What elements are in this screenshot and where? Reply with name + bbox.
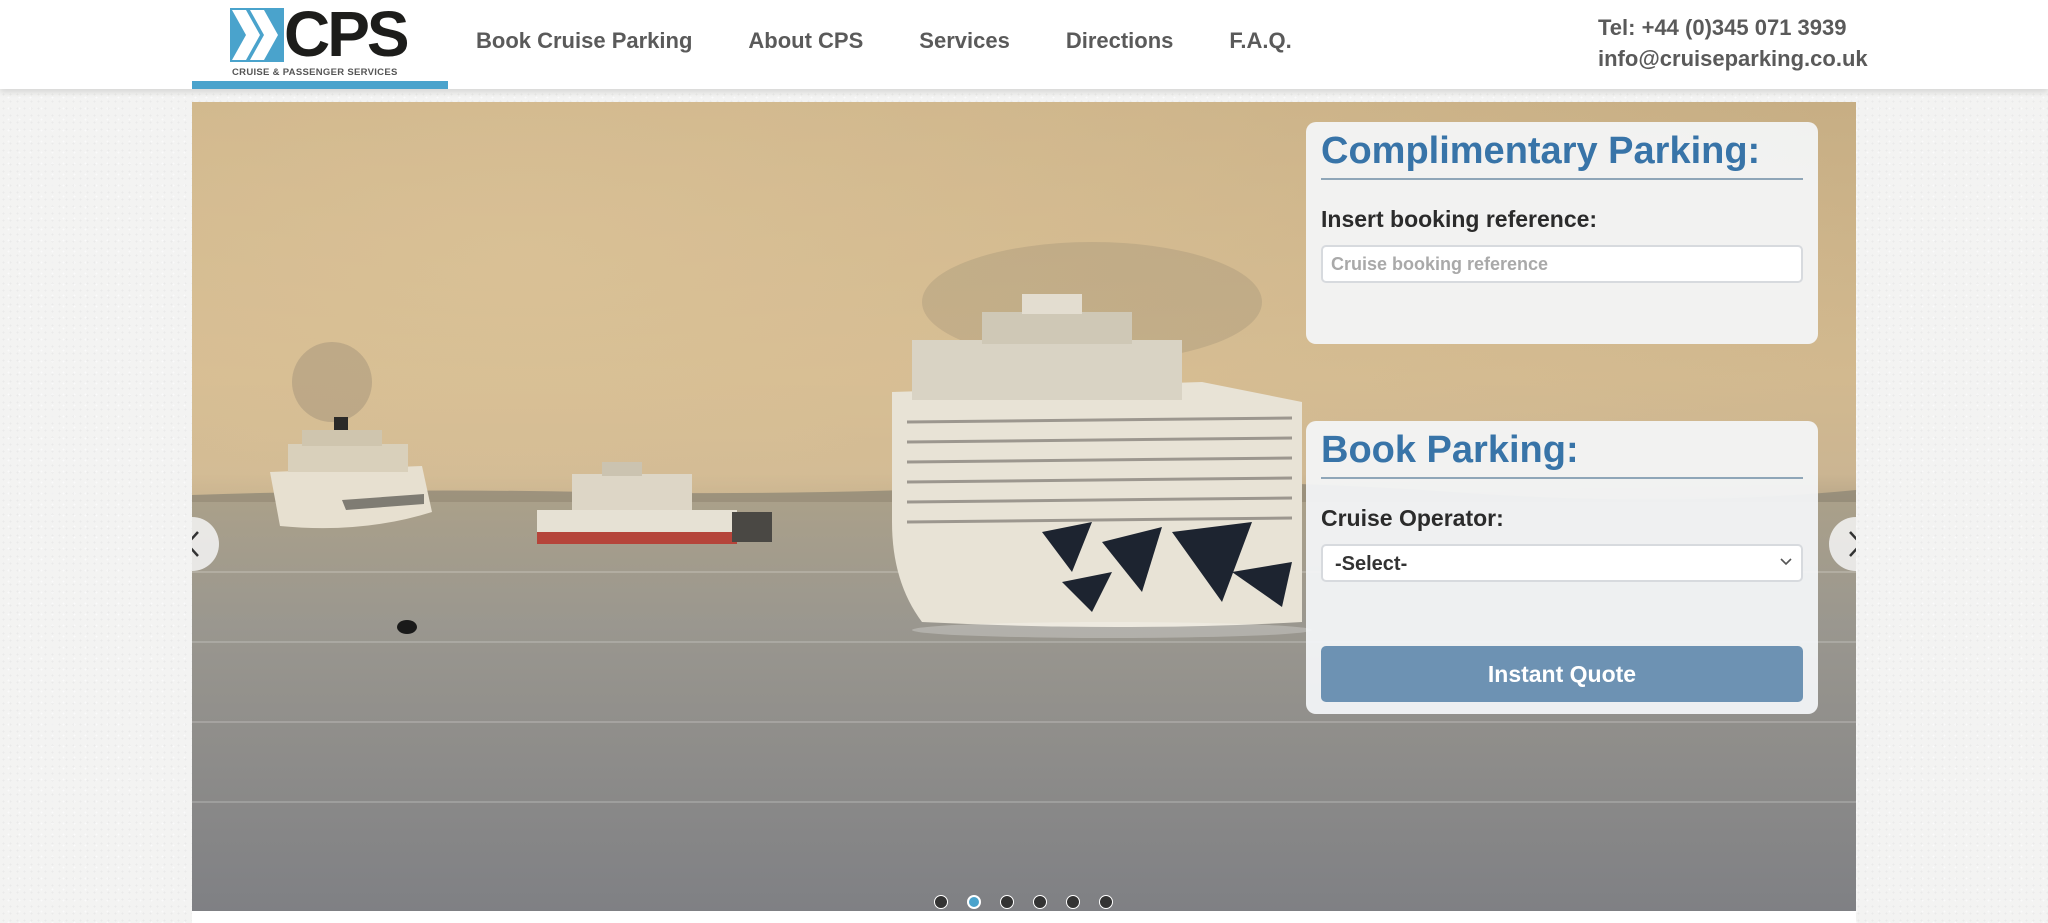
- carousel-next-button[interactable]: [1829, 517, 1856, 571]
- site-header: CPS CRUISE & PASSENGER SERVICES Book Cru…: [0, 0, 2048, 89]
- carousel-dot[interactable]: [1033, 895, 1047, 909]
- nav-services[interactable]: Services: [919, 28, 1010, 54]
- logo-wordmark: CPS: [284, 0, 410, 70]
- contact-info: Tel: +44 (0)345 071 3939 info@cruisepark…: [1598, 12, 1868, 74]
- carousel-dot-active[interactable]: [967, 895, 981, 909]
- book-parking-panel: Book Parking: Cruise Operator: -Select- …: [1306, 421, 1818, 714]
- carousel-dot[interactable]: [1099, 895, 1113, 909]
- content-area-top: [192, 911, 1856, 923]
- instant-quote-button[interactable]: Instant Quote: [1321, 646, 1803, 702]
- complimentary-parking-title: Complimentary Parking:: [1321, 122, 1803, 180]
- contact-phone[interactable]: Tel: +44 (0)345 071 3939: [1598, 12, 1868, 43]
- chevron-down-icon: [1780, 558, 1792, 566]
- booking-reference-input[interactable]: [1321, 245, 1803, 283]
- carousel-prev-button[interactable]: [192, 517, 219, 571]
- site-logo[interactable]: CPS CRUISE & PASSENGER SERVICES: [192, 0, 448, 89]
- logo-tagline: CRUISE & PASSENGER SERVICES: [232, 67, 398, 78]
- main-nav: Book Cruise Parking About CPS Services D…: [476, 28, 1292, 54]
- carousel-dot[interactable]: [1066, 895, 1080, 909]
- booking-reference-label: Insert booking reference:: [1321, 206, 1598, 232]
- cruise-operator-selected: -Select-: [1335, 553, 1408, 575]
- nav-faq[interactable]: F.A.Q.: [1229, 28, 1291, 54]
- contact-email[interactable]: info@cruiseparking.co.uk: [1598, 43, 1868, 74]
- nav-book-cruise-parking[interactable]: Book Cruise Parking: [476, 28, 692, 54]
- cruise-operator-select[interactable]: -Select-: [1321, 544, 1803, 582]
- chevron-right-icon: [1849, 531, 1856, 557]
- chevron-left-icon: [192, 531, 199, 557]
- complimentary-parking-panel: Complimentary Parking: Insert booking re…: [1306, 122, 1818, 344]
- carousel-pagination: [934, 895, 1113, 909]
- logo-accent-bar: [192, 81, 448, 89]
- cps-logo-icon: [230, 8, 284, 62]
- nav-directions[interactable]: Directions: [1066, 28, 1174, 54]
- carousel-dot[interactable]: [1000, 895, 1014, 909]
- carousel-dot[interactable]: [934, 895, 948, 909]
- book-parking-title: Book Parking:: [1321, 421, 1803, 479]
- nav-about-cps[interactable]: About CPS: [748, 28, 863, 54]
- cruise-operator-label: Cruise Operator:: [1321, 505, 1504, 531]
